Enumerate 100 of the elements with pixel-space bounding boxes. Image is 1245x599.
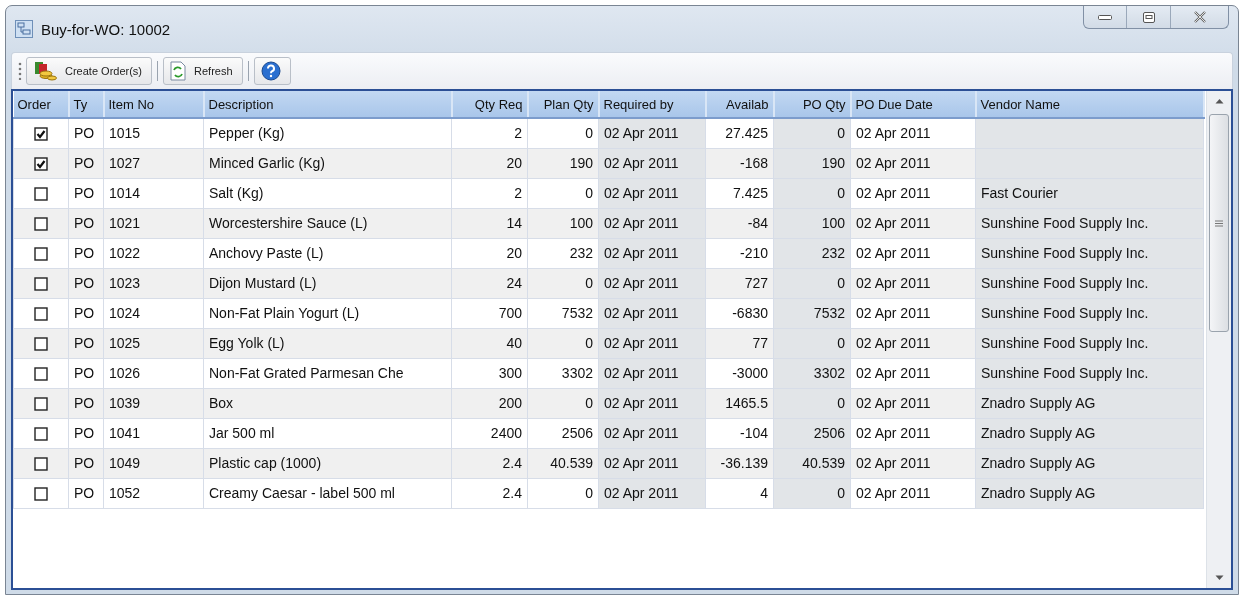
table-cell: Znadro Supply AG bbox=[981, 425, 1096, 441]
table-cell: PO bbox=[74, 245, 95, 261]
checkbox[interactable] bbox=[34, 367, 48, 382]
checkbox[interactable] bbox=[34, 427, 48, 442]
table-cell: -3000 bbox=[732, 365, 768, 381]
table-cell: 7532 bbox=[813, 305, 845, 321]
checkbox[interactable] bbox=[34, 487, 48, 502]
table-cell: 1041 bbox=[109, 425, 141, 441]
scroll-down-icon[interactable] bbox=[1214, 575, 1224, 581]
table-cell: 02 Apr 2011 bbox=[856, 245, 931, 261]
table-cell: 02 Apr 2011 bbox=[604, 155, 679, 171]
table-cell: 02 Apr 2011 bbox=[856, 215, 931, 231]
table-cell: Sunshine Food Supply Inc. bbox=[981, 305, 1149, 321]
column-header[interactable]: Ty bbox=[68, 91, 104, 118]
create-orders-button[interactable]: Create Order(s) bbox=[26, 57, 153, 85]
table-cell: Non-Fat Plain Yogurt (L) bbox=[209, 305, 360, 321]
table-cell: PO bbox=[74, 305, 95, 321]
table-cell: 1024 bbox=[109, 305, 141, 321]
table-cell: Salt (Kg) bbox=[209, 185, 264, 201]
table-cell: 02 Apr 2011 bbox=[856, 275, 931, 291]
table-cell: PO bbox=[74, 395, 95, 411]
table-cell: 232 bbox=[569, 245, 593, 261]
table-cell: 02 Apr 2011 bbox=[856, 485, 931, 501]
table-cell: 02 Apr 2011 bbox=[604, 485, 679, 501]
table-cell: 232 bbox=[821, 245, 845, 261]
table-cell: 1022 bbox=[109, 245, 141, 261]
table-cell: 0 bbox=[837, 485, 845, 501]
scroll-thumb[interactable] bbox=[1209, 114, 1229, 332]
table-cell: 0 bbox=[837, 395, 845, 411]
table-cell: 0 bbox=[837, 275, 845, 291]
help-icon bbox=[260, 61, 281, 81]
checkbox[interactable] bbox=[34, 247, 48, 262]
checkbox[interactable] bbox=[34, 157, 48, 172]
column-header[interactable]: Vendor Name bbox=[975, 91, 1204, 118]
refresh-button[interactable]: Refresh bbox=[163, 57, 243, 85]
table-cell: PO bbox=[74, 455, 95, 471]
table-cell: PO bbox=[74, 365, 95, 381]
scroll-up-icon[interactable] bbox=[1214, 98, 1224, 104]
table-cell: 20 bbox=[506, 155, 522, 171]
table-cell: 02 Apr 2011 bbox=[604, 305, 679, 321]
table-cell: 02 Apr 2011 bbox=[604, 215, 679, 231]
table-cell: Plastic cap (1000) bbox=[209, 455, 322, 471]
table-cell: 02 Apr 2011 bbox=[856, 455, 931, 471]
table-cell: 2.4 bbox=[502, 455, 522, 471]
table-cell: 02 Apr 2011 bbox=[604, 395, 679, 411]
column-header[interactable]: Order bbox=[13, 91, 69, 118]
table-cell: 1015 bbox=[109, 125, 141, 142]
table-cell: Sunshine Food Supply Inc. bbox=[981, 275, 1149, 291]
table-cell: 2 bbox=[514, 185, 522, 201]
coins-icon bbox=[33, 61, 57, 81]
table-cell: PO bbox=[74, 335, 95, 351]
table-cell: 1039 bbox=[109, 395, 141, 411]
table-cell: 02 Apr 2011 bbox=[856, 395, 931, 411]
table-cell: PO bbox=[74, 215, 95, 231]
table-cell: 02 Apr 2011 bbox=[856, 305, 931, 321]
checkbox[interactable] bbox=[34, 217, 48, 232]
table-cell: Egg Yolk (L) bbox=[209, 335, 285, 351]
table-cell: Creamy Caesar - label 500 ml bbox=[209, 485, 395, 501]
table-cell: 40.539 bbox=[802, 455, 845, 471]
table-cell: 1014 bbox=[109, 185, 141, 201]
table-cell: 02 Apr 2011 bbox=[604, 185, 679, 201]
checkbox[interactable] bbox=[34, 127, 48, 142]
table-cell: 3302 bbox=[561, 365, 593, 381]
table-cell: PO bbox=[74, 155, 95, 171]
table-cell: 1026 bbox=[109, 365, 141, 381]
table-cell: 190 bbox=[821, 155, 845, 171]
table-cell: Fast Courier bbox=[981, 185, 1059, 201]
table-cell: 700 bbox=[498, 305, 522, 321]
table-cell: 40 bbox=[506, 335, 522, 351]
table-cell: 2400 bbox=[490, 425, 522, 441]
vertical-scrollbar[interactable] bbox=[1206, 91, 1231, 588]
help-button[interactable] bbox=[253, 57, 291, 85]
table-cell: -210 bbox=[739, 245, 768, 261]
column-header[interactable]: PO Due Date bbox=[850, 91, 976, 118]
checkbox[interactable] bbox=[34, 397, 48, 412]
checkbox[interactable] bbox=[34, 337, 48, 352]
refresh-icon bbox=[170, 61, 187, 81]
column-header[interactable]: PO Qty bbox=[773, 91, 851, 118]
table-cell: 14 bbox=[506, 215, 522, 231]
column-header[interactable]: Required by bbox=[598, 91, 706, 118]
table-cell: Sunshine Food Supply Inc. bbox=[981, 245, 1149, 261]
checkbox[interactable] bbox=[34, 457, 48, 472]
table-cell: Jar 500 ml bbox=[209, 425, 275, 441]
table-cell: PO bbox=[74, 185, 95, 201]
table-cell: 0 bbox=[837, 335, 845, 351]
checkbox[interactable] bbox=[34, 277, 48, 292]
table-cell: 0 bbox=[585, 275, 593, 291]
table-cell: 1023 bbox=[109, 275, 141, 291]
column-header[interactable]: Availab bbox=[705, 91, 774, 118]
checkbox[interactable] bbox=[34, 187, 48, 202]
column-header[interactable]: Plan Qty bbox=[527, 91, 599, 118]
table-cell: 0 bbox=[837, 125, 845, 142]
table-cell: 1049 bbox=[109, 455, 141, 471]
table-cell: Znadro Supply AG bbox=[981, 395, 1096, 411]
table-cell: 02 Apr 2011 bbox=[604, 455, 679, 471]
checkbox[interactable] bbox=[34, 307, 48, 322]
table-cell: 0 bbox=[585, 185, 593, 201]
column-header[interactable]: Qty Req bbox=[451, 91, 528, 118]
column-header[interactable]: Description bbox=[203, 91, 452, 118]
column-header[interactable]: Item No bbox=[103, 91, 204, 118]
